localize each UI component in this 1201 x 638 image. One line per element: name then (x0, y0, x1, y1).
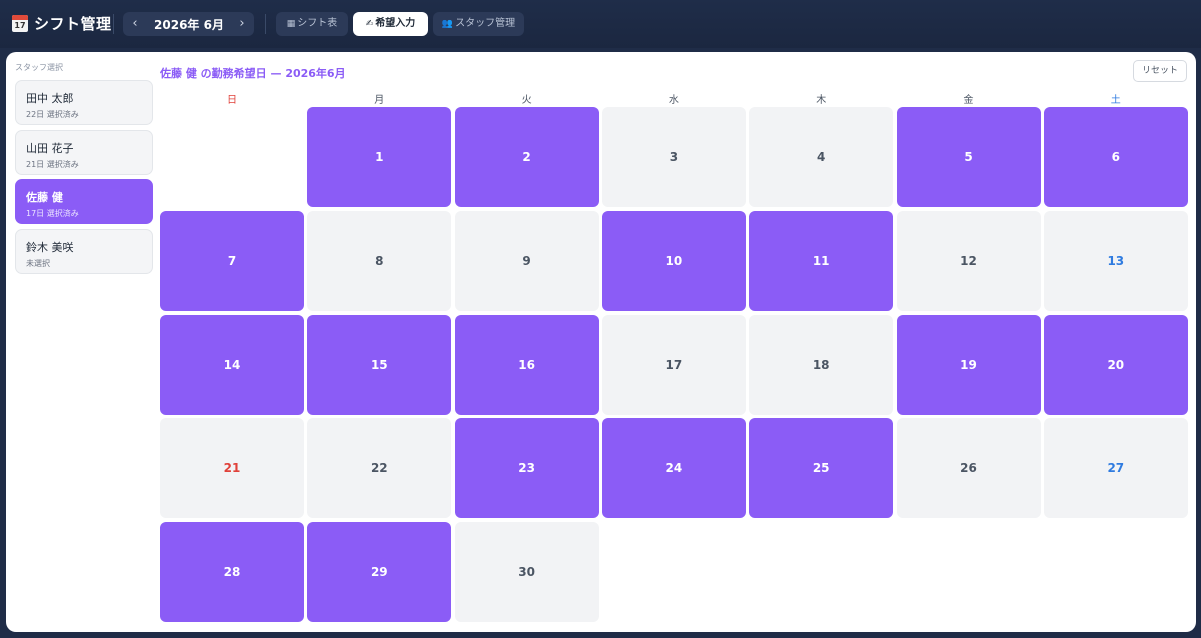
staff-item[interactable]: 山田 花子 21日 選択済み (15, 130, 153, 175)
people-icon: 👥 (441, 19, 454, 29)
staff-select-label: スタッフ選択 (15, 63, 63, 72)
staff-status: 21日 選択済み (26, 160, 79, 169)
calendar-day-selected[interactable]: 23 (454, 418, 599, 519)
table-icon: ▦ (286, 19, 296, 29)
next-month-button[interactable]: › (232, 12, 252, 36)
calendar-day-selected[interactable]: 24 (601, 418, 746, 519)
calendar-day[interactable]: 17 (601, 314, 746, 415)
calendar-day-selected[interactable]: 6 (1043, 107, 1188, 207)
weekday-header-fri: 金 (963, 95, 974, 106)
current-month: 2026年 6月 (154, 18, 224, 32)
calendar-day[interactable]: 4 (749, 107, 894, 207)
calendar-day[interactable]: 18 (749, 314, 894, 415)
calendar-day[interactable]: 30 (454, 522, 599, 623)
calendar-day-selected[interactable]: 7 (160, 210, 304, 311)
calendar-day-selected[interactable]: 5 (896, 107, 1041, 207)
calendar-day[interactable]: 13 (1043, 210, 1188, 311)
header-divider (113, 14, 114, 34)
calendar-day[interactable]: 26 (896, 418, 1041, 519)
staff-item[interactable]: 田中 太郎 22日 選択済み (15, 80, 153, 125)
weekday-header-sun: 日 (227, 95, 237, 106)
calendar-day[interactable]: 3 (601, 107, 746, 207)
calendar-day-selected[interactable]: 19 (896, 314, 1041, 415)
calendar-day-selected[interactable]: 20 (1043, 314, 1188, 415)
staff-name: 佐藤 健 (26, 191, 63, 204)
tab-shift-table[interactable]: ▦ シフト表 (276, 12, 348, 36)
calendar-day-selected[interactable]: 11 (749, 210, 894, 311)
staff-name: 鈴木 美咲 (26, 241, 74, 254)
pencil-icon: ✍ (365, 19, 374, 29)
calendar-day[interactable]: 8 (307, 210, 452, 311)
staff-name: 山田 花子 (26, 142, 74, 155)
tab-staff-management[interactable]: 👥 スタッフ管理 (433, 12, 524, 36)
staff-status: 17日 選択済み (26, 209, 79, 218)
staff-item[interactable]: 鈴木 美咲 未選択 (15, 229, 153, 274)
calendar-day-selected[interactable]: 14 (160, 314, 304, 415)
calendar-day[interactable]: 21 (160, 418, 304, 519)
staff-name: 田中 太郎 (26, 92, 74, 105)
weekday-header-thu: 木 (816, 95, 827, 106)
tab-label: 希望入力 (375, 18, 416, 29)
calendar-day-selected[interactable]: 10 (601, 210, 746, 311)
calendar-day-selected[interactable]: 16 (454, 314, 599, 415)
calendar-day-selected[interactable]: 28 (160, 522, 304, 623)
reset-button[interactable]: リセット (1133, 60, 1187, 82)
calendar-day-selected[interactable]: 29 (307, 522, 452, 623)
calendar-day-selected[interactable]: 2 (454, 107, 599, 207)
header-divider (265, 14, 266, 34)
weekday-header-tue: 火 (521, 95, 532, 106)
calendar-icon: 17 (12, 15, 28, 32)
weekday-header-sat: 土 (1110, 95, 1121, 106)
calendar-day[interactable]: 9 (454, 210, 599, 311)
calendar-icon-day: 17 (14, 21, 26, 30)
staff-item-selected[interactable]: 佐藤 健 17日 選択済み (15, 179, 153, 224)
calendar-day-selected[interactable]: 15 (307, 314, 452, 415)
prev-month-button[interactable]: ‹ (125, 12, 145, 36)
calendar-day-selected[interactable]: 1 (307, 107, 452, 207)
app-title: シフト管理 (34, 15, 112, 33)
tab-preference-input[interactable]: ✍ 希望入力 (353, 12, 428, 36)
staff-status: 22日 選択済み (26, 110, 79, 119)
calendar-day[interactable]: 22 (307, 418, 452, 519)
tab-label: スタッフ管理 (455, 18, 516, 29)
month-navigator: ‹ 2026年 6月 › (123, 12, 254, 36)
weekday-header-wed: 水 (668, 95, 679, 106)
tab-label: シフト表 (297, 18, 338, 29)
weekday-header-mon: 月 (374, 95, 385, 106)
app-header: 17 シフト管理 ‹ 2026年 6月 › ▦ シフト表 ✍ 希望入力 👥 スタッフ管… (0, 0, 1201, 48)
calendar-title: 佐藤 健 の勤務希望日 — 2026年6月 (160, 67, 346, 80)
calendar-day[interactable]: 12 (896, 210, 1041, 311)
calendar-day-selected[interactable]: 25 (749, 418, 894, 519)
staff-status: 未選択 (26, 259, 50, 268)
calendar-day[interactable]: 27 (1043, 418, 1188, 519)
